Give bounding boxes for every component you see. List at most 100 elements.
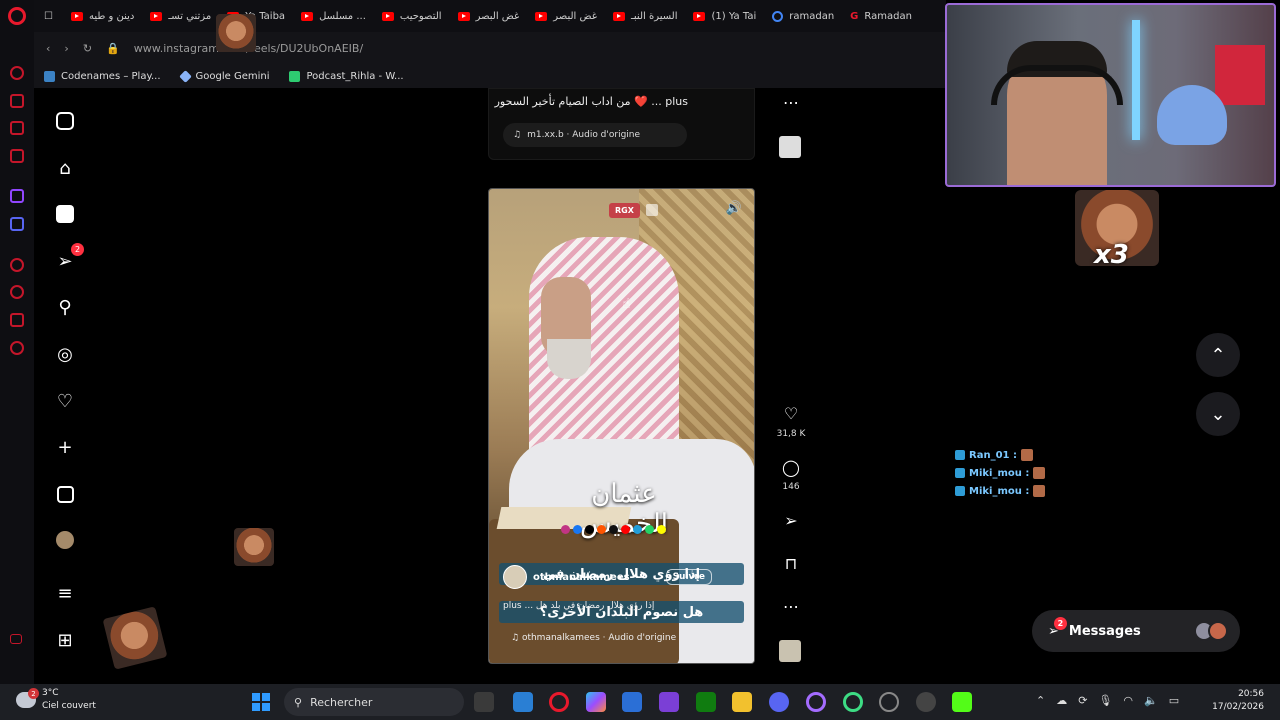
tab-label: ramadan <box>789 10 835 22</box>
cloud-tray-icon[interactable]: ☁ <box>1056 694 1067 707</box>
tray-overflow-icon[interactable]: ⌃ <box>1036 694 1045 707</box>
sync-icon[interactable]: ⟳ <box>1078 694 1087 707</box>
copilot-icon[interactable] <box>586 692 606 712</box>
windows-start-icon[interactable] <box>252 693 270 711</box>
menu-icon[interactable]: ≡ <box>54 582 76 604</box>
tab[interactable]: التصوحيب <box>374 0 450 32</box>
tab[interactable]: (1) Ya Tai <box>685 0 764 32</box>
direct-messages-icon[interactable]: ➢ 2 <box>54 243 84 272</box>
opera-speed-dial-icon[interactable] <box>10 66 24 80</box>
obs-icon[interactable] <box>916 692 936 712</box>
avatar <box>1208 621 1228 641</box>
next-reel-button[interactable]: ⌄ <box>1196 392 1240 436</box>
follow-button[interactable]: Suivre <box>665 569 712 585</box>
more-options-icon[interactable]: ⋯ <box>779 597 803 616</box>
history-icon[interactable] <box>10 285 24 299</box>
tab[interactable]: G Ramadan <box>842 0 920 32</box>
discord-icon[interactable] <box>10 217 24 231</box>
cast-icon[interactable] <box>646 204 658 216</box>
music-note-icon: ♫ <box>511 633 522 643</box>
comment-icon[interactable]: ◯ <box>779 458 803 477</box>
discord-icon[interactable] <box>769 692 789 712</box>
weather-widget[interactable]: 2 3°C Ciel couvert <box>16 687 96 713</box>
apps-grid-icon[interactable]: ⊞ <box>54 629 76 651</box>
previous-reel-button[interactable]: ⌃ <box>1196 333 1240 377</box>
dashboard-icon[interactable] <box>54 483 76 505</box>
clock[interactable]: 20:56 17/02/2026 <box>1212 688 1264 714</box>
back-icon[interactable]: ‹ <box>46 42 50 55</box>
bookmark-gemini[interactable]: Google Gemini <box>178 69 270 83</box>
share-icon[interactable]: ➢ <box>779 511 803 530</box>
opera-icon[interactable] <box>806 692 826 712</box>
instagram-icon <box>561 525 570 534</box>
opera-logo-icon[interactable] <box>8 7 26 25</box>
volume-icon[interactable]: 🔊 <box>726 201 742 216</box>
twitch-icon[interactable] <box>10 189 24 203</box>
battery-icon[interactable]: ▭ <box>1169 694 1179 707</box>
youtube-icon <box>301 11 314 21</box>
xbox-icon[interactable] <box>696 692 716 712</box>
file-explorer-icon[interactable] <box>474 692 494 712</box>
opera-m-icon[interactable] <box>10 149 24 163</box>
create-icon[interactable]: + <box>54 436 76 458</box>
gx-corner-icon[interactable] <box>10 634 22 644</box>
kick-icon[interactable] <box>952 692 972 712</box>
photos-icon[interactable] <box>513 692 533 712</box>
tab[interactable]: دينن و طيه <box>63 0 142 32</box>
prev-audio-thumb[interactable] <box>779 136 801 158</box>
save-bookmark-icon[interactable]: ⊓ <box>779 554 803 573</box>
like-icon[interactable]: ♡ <box>779 404 803 423</box>
app-icon[interactable] <box>659 692 679 712</box>
home-icon[interactable]: ⌂ <box>54 157 76 179</box>
instagram-logo-icon[interactable] <box>54 110 76 132</box>
folder-icon[interactable] <box>732 692 752 712</box>
emote-multiplier: x3 <box>1094 240 1129 270</box>
emote-sticker <box>216 14 256 52</box>
gemini-icon <box>178 69 192 83</box>
reload-icon[interactable]: ↻ <box>83 42 92 55</box>
bookmark-label: Google Gemini <box>195 70 270 82</box>
explore-icon[interactable]: ◎ <box>54 343 76 365</box>
search-icon[interactable]: ⚲ <box>54 296 76 318</box>
forward-icon[interactable]: › <box>64 42 68 55</box>
app-icon[interactable] <box>879 692 899 712</box>
author-avatar[interactable] <box>503 565 527 589</box>
reel-audio[interactable]: ♫ othmanalkamees · Audio d'origine <box>511 633 676 643</box>
notifications-heart-icon[interactable]: ♡ <box>54 390 76 412</box>
reels-icon[interactable] <box>54 203 76 225</box>
audio-thumb[interactable] <box>779 640 801 662</box>
prev-audio-chip[interactable]: ♫ m1.xx.b · Audio d'origine <box>503 123 687 147</box>
author-username[interactable]: othmanalkamees <box>533 572 630 583</box>
store-icon[interactable] <box>622 692 642 712</box>
prev-caption[interactable]: من اداب الصيام تأخير السحور ❤️ ... plus <box>495 95 688 108</box>
taskbar-search[interactable]: ⚲ Rechercher <box>284 688 464 716</box>
tab-list-icon[interactable]: ☐ <box>34 0 63 32</box>
chat-message: Miki_mou : <box>955 483 1115 499</box>
opera-gx-taskbar-icon[interactable] <box>549 692 569 712</box>
reel-video[interactable]: RGX 🔊 عثمان الخميس إذا رؤي هلال رمضان في… <box>488 188 755 664</box>
opera-air-icon[interactable] <box>843 692 863 712</box>
microphone-icon[interactable]: 🎙 <box>1098 694 1112 707</box>
messages-button[interactable]: ➢ 2 Messages <box>1032 610 1240 652</box>
tab[interactable]: السيرة النبـ <box>605 0 686 32</box>
windows-taskbar: 2 3°C Ciel couvert ⚲ Rechercher ⌃ ☁ ⟳ � <box>0 684 1280 720</box>
reel-caption[interactable]: plus ... إذا رؤي هلال رمضان في بلد هل <box>503 601 654 611</box>
bookmark-codenames[interactable]: Codenames – Play... <box>44 70 161 82</box>
opera-bag-icon[interactable] <box>10 94 24 108</box>
tab[interactable]: غض البصر <box>527 0 605 32</box>
extensions-icon[interactable] <box>10 313 24 327</box>
volume-icon[interactable]: 🔈 <box>1144 694 1158 707</box>
reel-author[interactable]: othmanalkamees Suivre <box>503 565 712 589</box>
opera-player-icon[interactable] <box>10 258 24 272</box>
tab[interactable]: مسلسل ... <box>293 0 374 32</box>
settings-icon[interactable] <box>10 341 24 355</box>
tab[interactable]: ramadan <box>764 0 842 32</box>
tab[interactable]: مزتني تسـ <box>142 0 219 32</box>
opera-card-icon[interactable] <box>10 121 24 135</box>
tab[interactable]: غض البصر <box>450 0 528 32</box>
wifi-icon[interactable]: ◠ <box>1123 694 1133 707</box>
prev-more-icon[interactable]: ⋯ <box>779 93 803 112</box>
rgx-label[interactable]: RGX <box>609 203 640 218</box>
bookmark-podcast[interactable]: Podcast_Rihla - W... <box>289 70 404 82</box>
profile-avatar[interactable] <box>54 529 76 551</box>
